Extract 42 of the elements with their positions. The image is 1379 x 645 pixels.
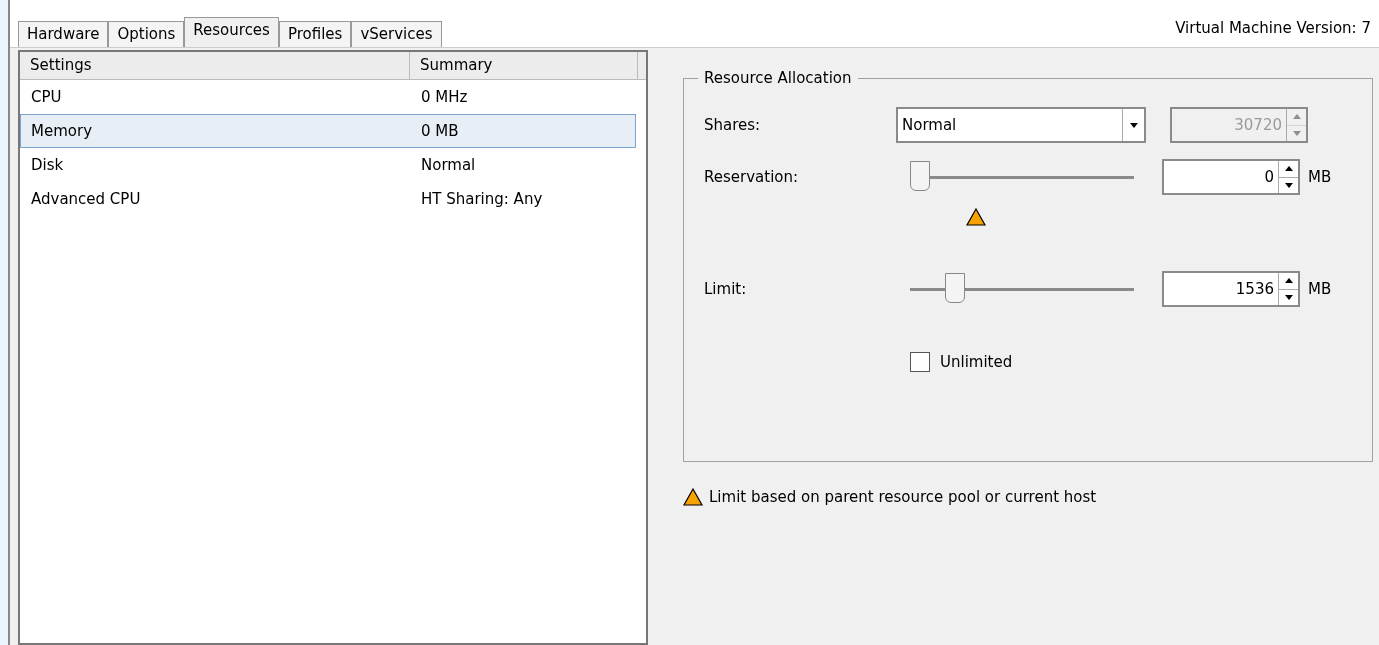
warning-icon (683, 488, 703, 507)
warning-icon (966, 208, 986, 226)
slider-thumb[interactable] (910, 161, 930, 191)
spin-down-icon (1284, 294, 1293, 300)
table-cell-text: CPU (30, 86, 63, 108)
table-row[interactable]: Disk Normal (20, 148, 636, 182)
field-label: Reservation: (704, 166, 800, 188)
spin-up-icon (1284, 166, 1293, 172)
table-cell-text: HT Sharing: Any (420, 188, 543, 210)
unit-label: MB (1308, 166, 1332, 188)
shares-dropdown[interactable]: Normal (896, 107, 1146, 143)
unit-label: MB (1308, 278, 1332, 300)
column-header[interactable]: Settings (20, 52, 410, 79)
dropdown-arrow-icon (1129, 122, 1138, 128)
spin-up-icon (1284, 278, 1293, 284)
spin-down-icon (1284, 182, 1293, 188)
spin-down-icon (1292, 130, 1301, 136)
table-row[interactable]: Memory 0 MB (20, 114, 636, 148)
checkbox[interactable] (910, 352, 930, 373)
spin-up-icon (1292, 114, 1301, 120)
tab[interactable]: Options (108, 21, 185, 47)
table-row[interactable]: CPU 0 MHz (20, 80, 636, 114)
version-label: Virtual Machine Version: 7 (1175, 17, 1371, 39)
tab[interactable]: Hardware (18, 21, 109, 47)
table-cell-text: Normal (420, 154, 476, 176)
field-label: Shares: (704, 114, 762, 136)
table-cell-text: 0 MB (420, 120, 459, 142)
table-row[interactable]: Advanced CPU HT Sharing: Any (20, 182, 636, 216)
table-cell-text: Disk (30, 154, 65, 176)
table-cell-text: 0 MHz (420, 86, 468, 108)
number-spinbox[interactable]: 1536 (1162, 271, 1300, 307)
tab[interactable]: Resources (184, 17, 279, 47)
tab[interactable]: Profiles (278, 21, 352, 47)
table-cell-text: Advanced CPU (30, 188, 142, 210)
checkbox-label: Unlimited (940, 352, 1013, 373)
tab[interactable]: vServices (351, 21, 442, 47)
table-cell-text: Memory (30, 120, 93, 142)
note-text: Limit based on parent resource pool or current host (709, 487, 1097, 508)
slider-thumb[interactable] (944, 273, 965, 303)
field-label: Limit: (704, 278, 748, 300)
number-spinbox[interactable]: 0 (1162, 159, 1300, 195)
column-header[interactable]: Summary (410, 52, 638, 79)
